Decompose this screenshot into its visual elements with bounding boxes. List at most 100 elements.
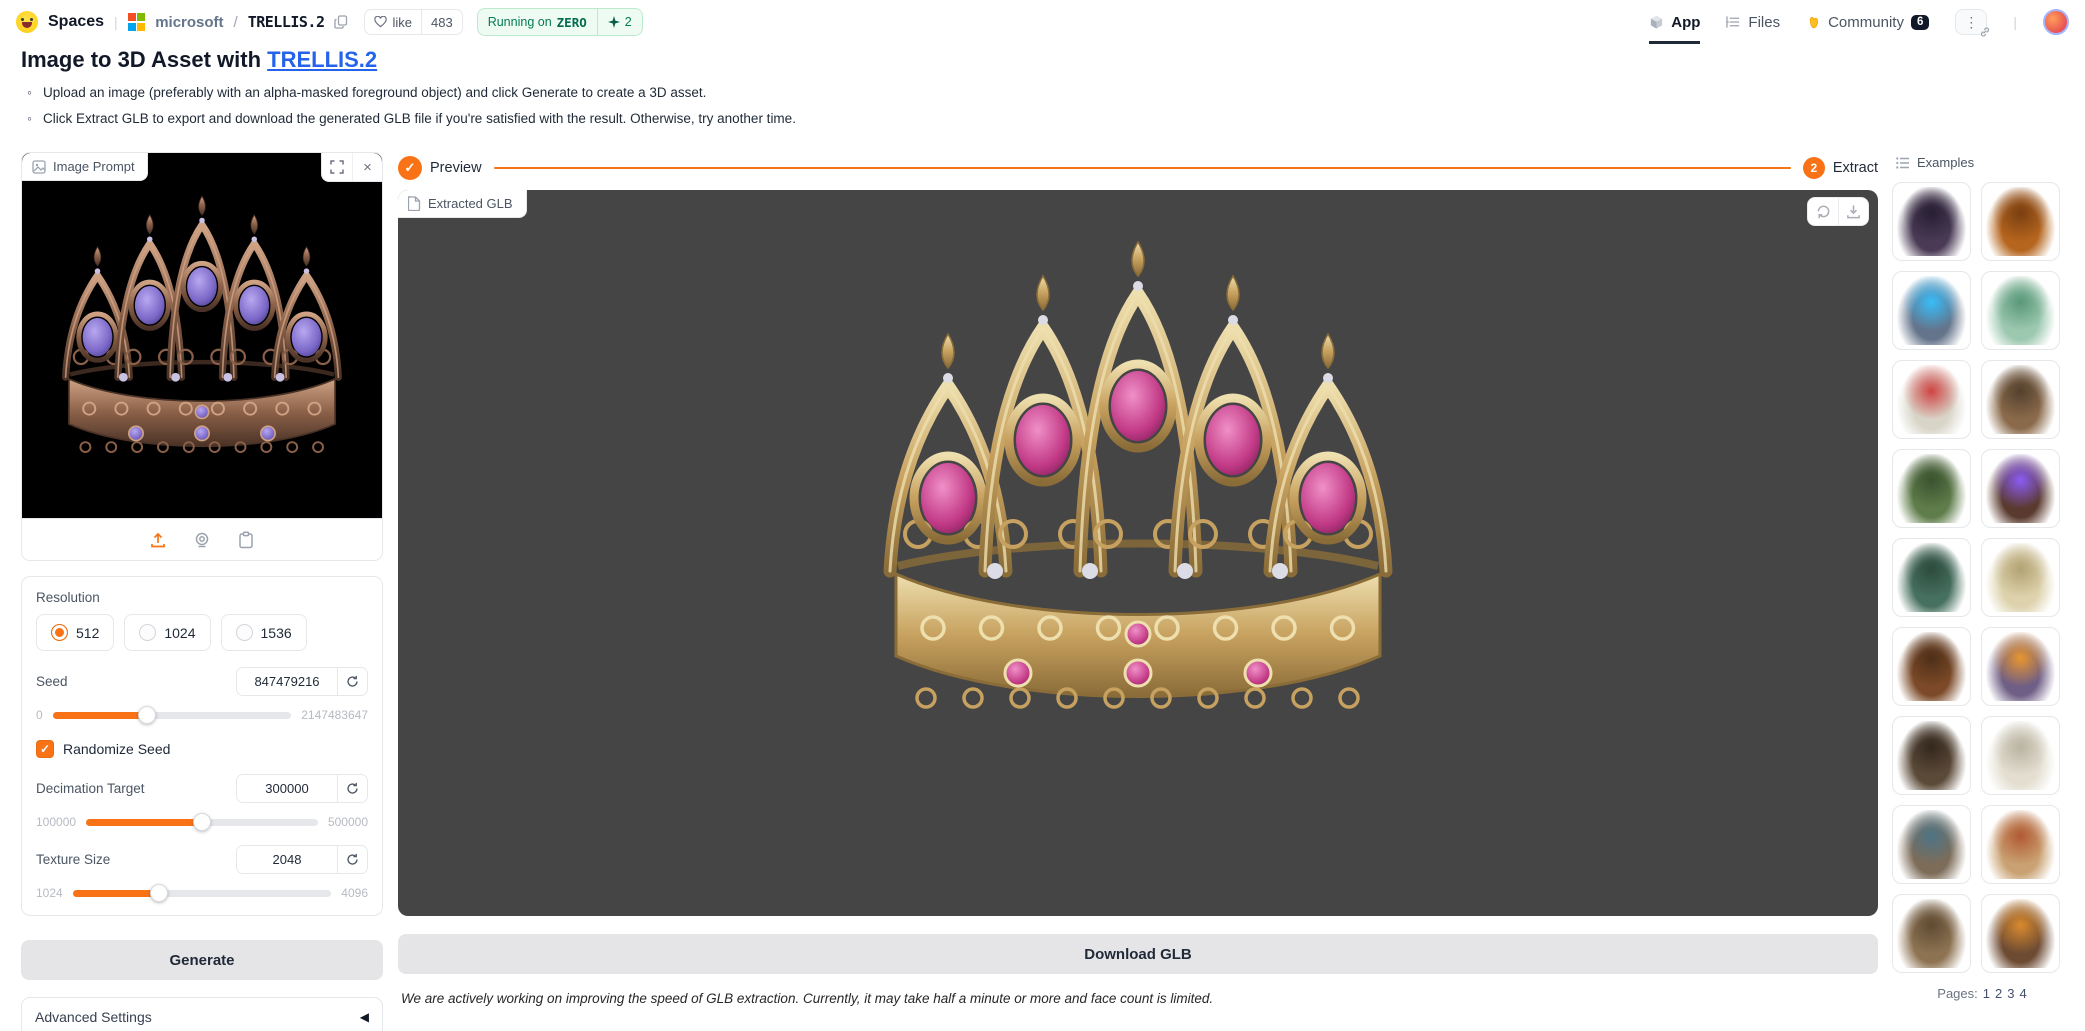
- waving-hand-icon: [1809, 16, 1819, 28]
- tab-community[interactable]: Community 6: [1806, 0, 1930, 44]
- examples-panel: Examples Pages: 1 2 3 4: [1892, 155, 2072, 1001]
- example-thumbnail-witch-with-lanterns[interactable]: [1981, 627, 2060, 706]
- examples-pagination: Pages: 1 2 3 4: [1892, 986, 2072, 1001]
- gothic-crown-image: [1897, 187, 1966, 256]
- link-icon: [1981, 27, 1990, 37]
- page-link-2[interactable]: 2: [1995, 986, 2002, 1001]
- page-link-1[interactable]: 1: [1983, 986, 1990, 1001]
- seed-min: 0: [36, 708, 43, 722]
- texture-slider-handle[interactable]: [149, 884, 168, 902]
- download-glb-button[interactable]: Download GLB: [398, 934, 1878, 974]
- curled-green-plant-image: [1986, 276, 2055, 345]
- page-link-4[interactable]: 4: [2019, 986, 2026, 1001]
- user-avatar[interactable]: [2043, 9, 2069, 35]
- fullscreen-button[interactable]: [322, 153, 352, 181]
- decimation-slider-track[interactable]: [86, 813, 318, 831]
- medieval-town-diorama-image: [1986, 810, 2055, 879]
- image-prompt-label: Image Prompt: [22, 153, 148, 181]
- example-thumbnail-curled-green-plant[interactable]: [1981, 271, 2060, 350]
- example-thumbnail-potion-shelf-arch[interactable]: [1981, 449, 2060, 528]
- sci-fi-tank-image: [1897, 276, 1966, 345]
- randomize-seed-checkbox[interactable]: ✓: [36, 740, 54, 758]
- example-thumbnail-skeletal-robot[interactable]: [1892, 716, 1971, 795]
- example-thumbnail-knight-helmet-statue[interactable]: [1981, 538, 2060, 617]
- example-thumbnail-mechanical-boar[interactable]: [1892, 627, 1971, 706]
- decimation-target-input[interactable]: [237, 775, 337, 802]
- extracted-glb-tab: Extracted GLB: [398, 190, 527, 218]
- examples-grid: [1892, 182, 2072, 973]
- generation-settings-card: Resolution 512 1024 1536 Seed 0 2147: [21, 576, 383, 916]
- viewer-controls: [1807, 197, 1869, 226]
- decimation-slider-handle[interactable]: [193, 813, 211, 831]
- example-thumbnail-overgrown-city-diorama[interactable]: [1892, 449, 1971, 528]
- step-extract-number: 2: [1802, 157, 1825, 179]
- example-thumbnail-flower-bouquet-vase[interactable]: [1892, 360, 1971, 439]
- instruction-item: Click Extract GLB to export and download…: [21, 109, 1421, 129]
- radio-icon: [235, 624, 253, 641]
- uploaded-image-preview[interactable]: [22, 153, 382, 518]
- image-corner-controls: ×: [321, 153, 382, 182]
- intro-section: Image to 3D Asset with TRELLIS.2 Upload …: [21, 47, 1421, 129]
- example-thumbnail-gothic-crown[interactable]: [1892, 182, 1971, 261]
- collapse-arrow-icon: ◀: [359, 1010, 369, 1024]
- cube-icon: [1651, 15, 1663, 29]
- image-prompt-card: Image Prompt ×: [21, 152, 383, 561]
- example-thumbnail-wooden-catapult[interactable]: [1892, 894, 1971, 973]
- clear-image-button[interactable]: ×: [352, 153, 382, 181]
- flower-bouquet-vase-image: [1897, 365, 1966, 434]
- texture-reset-icon[interactable]: [337, 846, 367, 873]
- knight-helmet-statue-image: [1986, 543, 2055, 612]
- texture-min: 1024: [36, 886, 63, 900]
- decimation-reset-icon[interactable]: [337, 775, 367, 802]
- paste-clipboard-icon[interactable]: [233, 527, 259, 553]
- input-crown-image: [37, 186, 367, 486]
- seed-slider-handle[interactable]: [137, 706, 156, 724]
- witch-with-lanterns-image: [1986, 632, 2055, 701]
- generate-button[interactable]: Generate: [21, 940, 383, 980]
- texture-max: 4096: [341, 886, 368, 900]
- resolution-option-1024[interactable]: 1024: [124, 614, 211, 651]
- copy-repo-name-icon[interactable]: [334, 15, 348, 29]
- pages-label: Pages:: [1937, 986, 1978, 1001]
- download-model-icon[interactable]: [1838, 198, 1868, 225]
- model-3d-viewer[interactable]: Extracted GLB: [398, 190, 1878, 916]
- tab-app[interactable]: App: [1649, 0, 1701, 44]
- tab-files[interactable]: Files: [1726, 0, 1780, 44]
- status-hardware: ZERO: [556, 14, 587, 30]
- seed-reset-icon[interactable]: [337, 668, 367, 695]
- like-count[interactable]: 483: [421, 10, 462, 34]
- page-link-3[interactable]: 3: [2007, 986, 2014, 1001]
- webcam-icon[interactable]: [189, 527, 215, 553]
- example-thumbnail-einstein-bust[interactable]: [1981, 716, 2060, 795]
- like-button[interactable]: like 483: [364, 9, 463, 35]
- advanced-settings-accordion[interactable]: Advanced Settings ◀: [21, 997, 383, 1031]
- upload-icon[interactable]: [145, 527, 171, 553]
- example-thumbnail-sci-fi-tank[interactable]: [1892, 271, 1971, 350]
- resolution-option-512[interactable]: 512: [36, 614, 115, 651]
- texture-slider: 1024 4096: [36, 884, 368, 902]
- status-prefix: Running on: [487, 15, 552, 29]
- huggingface-logo-icon[interactable]: [16, 11, 38, 33]
- trellis-link[interactable]: TRELLIS.2: [267, 47, 377, 72]
- example-thumbnail-palm-tree[interactable]: [1892, 538, 1971, 617]
- texture-slider-track[interactable]: [72, 884, 332, 902]
- seed-label: Seed: [36, 674, 68, 689]
- seed-slider-track[interactable]: [52, 706, 292, 724]
- example-thumbnail-dwarf-with-lantern[interactable]: [1981, 894, 2060, 973]
- example-thumbnail-medieval-town-diorama[interactable]: [1981, 805, 2060, 884]
- reset-camera-icon[interactable]: [1808, 198, 1838, 225]
- decimation-target-label: Decimation Target: [36, 781, 145, 796]
- running-status-badge[interactable]: Running on ZERO 2: [476, 8, 643, 36]
- example-thumbnail-autumn-foliage[interactable]: [1981, 182, 2060, 261]
- header-divider: |: [114, 14, 118, 30]
- example-thumbnail-steampunk-boy[interactable]: [1892, 805, 1971, 884]
- org-link[interactable]: microsoft: [155, 14, 223, 31]
- example-thumbnail-room-interior-diorama[interactable]: [1981, 360, 2060, 439]
- spaces-link[interactable]: Spaces: [48, 13, 104, 31]
- more-options-button[interactable]: ⋮: [1955, 9, 1990, 37]
- examples-header: Examples: [1892, 155, 2072, 170]
- repo-link[interactable]: TRELLIS.2: [248, 13, 325, 31]
- resolution-option-1536[interactable]: 1536: [220, 614, 307, 651]
- texture-size-input[interactable]: [237, 846, 337, 873]
- seed-input[interactable]: [237, 668, 337, 695]
